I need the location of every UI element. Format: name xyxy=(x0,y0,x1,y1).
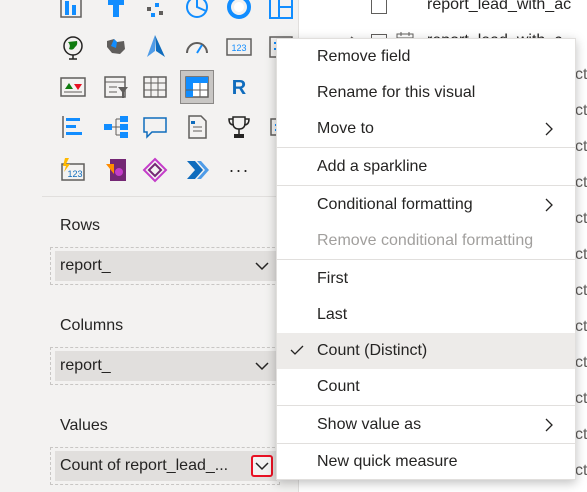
chevron-right-icon xyxy=(541,417,557,433)
values-field-pill[interactable]: Count of report_lead_... xyxy=(55,451,277,481)
chevron-down-icon[interactable] xyxy=(251,255,273,277)
values-well[interactable]: Count of report_lead_... xyxy=(50,447,280,485)
chevron-right-icon xyxy=(541,197,557,213)
more-visuals-icon[interactable]: ··· xyxy=(224,155,254,185)
pie-icon[interactable] xyxy=(182,0,212,22)
card-icon[interactable]: 123 xyxy=(224,32,254,62)
key-influencers-icon[interactable] xyxy=(101,112,131,142)
svg-text:123: 123 xyxy=(67,169,82,179)
decomposition-tree-icon[interactable] xyxy=(58,112,88,142)
menu-item-add-sparkline[interactable]: Add a sparkline xyxy=(277,149,575,185)
menu-item-count-distinct[interactable]: Count (Distinct) xyxy=(277,333,575,369)
menu-separator xyxy=(277,405,575,406)
rows-field-name: report_ xyxy=(60,257,111,274)
field-suffix: ct xyxy=(575,102,587,119)
menu-separator xyxy=(277,147,575,148)
field-row[interactable]: report_lead_with_ac xyxy=(299,0,587,26)
slicer-icon[interactable] xyxy=(101,72,131,102)
svg-text:R: R xyxy=(232,77,247,99)
field-suffix: ct xyxy=(575,390,587,407)
r-visual-icon[interactable]: R xyxy=(224,72,254,102)
rows-well[interactable]: report_ xyxy=(50,247,280,285)
checkmark-icon xyxy=(289,342,305,358)
columns-label: Columns xyxy=(60,317,124,334)
field-suffix: ct xyxy=(575,282,587,299)
map-icon[interactable] xyxy=(58,32,88,62)
chevron-right-icon xyxy=(541,121,557,137)
gauge-icon[interactable] xyxy=(182,32,212,62)
power-apps-icon[interactable] xyxy=(101,155,131,185)
menu-separator xyxy=(277,259,575,260)
metrics-icon[interactable]: 123 xyxy=(58,155,88,185)
checkbox[interactable] xyxy=(371,0,387,14)
donut-icon[interactable] xyxy=(224,0,254,22)
qna-icon[interactable] xyxy=(140,112,170,142)
visualizations-pane: 123 R P 123 xyxy=(0,0,299,492)
azure-map-icon[interactable] xyxy=(140,32,170,62)
menu-item-last[interactable]: Last xyxy=(277,297,575,333)
field-context-menu: Remove field Rename for this visual Move… xyxy=(276,38,576,480)
field-suffix: ct xyxy=(575,426,587,443)
values-label: Values xyxy=(60,417,108,434)
columns-field-name: report_ xyxy=(60,357,111,374)
field-suffix: ct xyxy=(575,246,587,263)
field-suffix: ct xyxy=(575,462,587,479)
menu-item-rename[interactable]: Rename for this visual xyxy=(277,75,575,111)
divider xyxy=(42,196,298,197)
rows-label: Rows xyxy=(60,217,101,234)
treemap-icon[interactable] xyxy=(266,0,296,22)
menu-item-move-to[interactable]: Move to xyxy=(277,111,575,147)
columns-field-pill[interactable]: report_ xyxy=(55,351,277,381)
stacked-column-icon[interactable] xyxy=(101,0,131,22)
menu-item-conditional-formatting[interactable]: Conditional formatting xyxy=(277,187,575,223)
field-name: report_lead_with_ac xyxy=(427,0,572,13)
kpi-icon[interactable] xyxy=(58,72,88,102)
field-suffix: ct xyxy=(575,354,587,371)
values-field-name: Count of report_lead_... xyxy=(60,457,229,474)
trophy-icon[interactable] xyxy=(224,112,254,142)
filled-map-icon[interactable] xyxy=(101,32,131,62)
menu-item-new-quick-measure[interactable]: New quick measure xyxy=(277,444,575,480)
table-icon[interactable] xyxy=(140,72,170,102)
rows-field-pill[interactable]: report_ xyxy=(55,251,277,281)
menu-item-remove-conditional-formatting: Remove conditional formatting xyxy=(317,232,534,249)
chevron-flow-icon[interactable] xyxy=(182,155,212,185)
menu-item-show-value-as[interactable]: Show value as xyxy=(277,407,575,443)
field-suffix: ct xyxy=(575,318,587,335)
columns-well[interactable]: report_ xyxy=(50,347,280,385)
chevron-down-icon[interactable] xyxy=(251,455,273,477)
menu-item-first[interactable]: First xyxy=(277,261,575,297)
power-automate-icon[interactable] xyxy=(140,155,170,185)
field-suffix: ct xyxy=(575,66,587,83)
field-suffix: ct xyxy=(575,174,587,191)
paginated-report-icon[interactable] xyxy=(182,112,212,142)
scatter-icon[interactable] xyxy=(140,0,170,22)
stacked-bar-icon[interactable] xyxy=(56,0,86,22)
field-suffix: ct xyxy=(575,138,587,155)
matrix-icon[interactable] xyxy=(180,70,214,104)
menu-item-remove-field[interactable]: Remove field xyxy=(277,39,575,75)
chevron-down-icon[interactable] xyxy=(251,355,273,377)
field-suffix: ct xyxy=(575,210,587,227)
menu-separator xyxy=(277,185,575,186)
svg-text:123: 123 xyxy=(231,43,246,53)
menu-item-count[interactable]: Count xyxy=(277,369,575,405)
